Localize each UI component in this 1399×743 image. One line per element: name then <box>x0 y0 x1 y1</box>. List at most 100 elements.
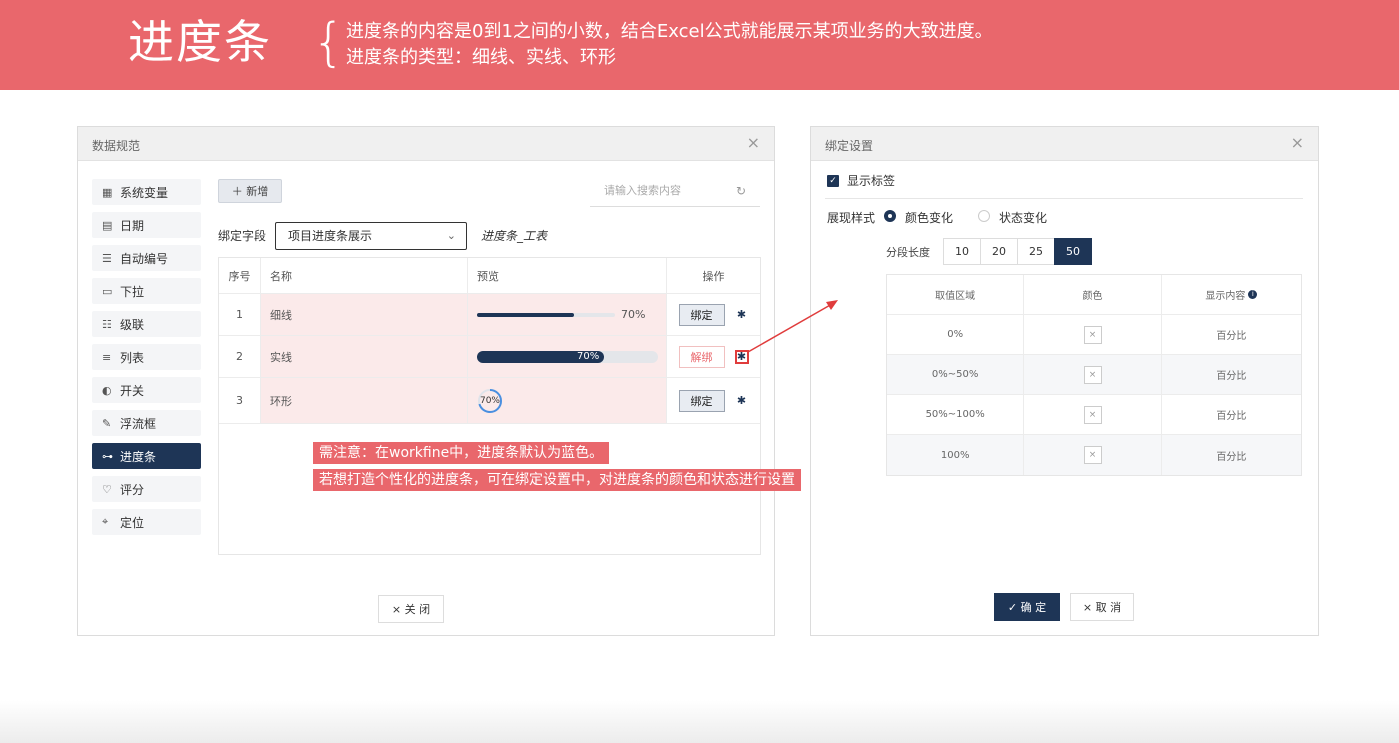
range-cell: 100% <box>887 435 1025 475</box>
sidebar-item-label: 评分 <box>120 482 145 497</box>
color-cell: × <box>1024 355 1162 394</box>
bind-button[interactable]: 绑定 <box>678 303 725 326</box>
sidebar-item-switch[interactable]: ◐ 开关 <box>92 377 201 403</box>
sidebar-item-label: 下拉 <box>120 284 145 299</box>
dialog-header: 数据规范 × <box>78 127 774 161</box>
table-header-row: 取值区域 颜色 显示内容 i <box>887 275 1301 315</box>
color-swatch[interactable]: × <box>1083 446 1102 464</box>
sidebar-item-system-var[interactable]: ▦ 系统变量 <box>92 179 201 205</box>
sidebar-item-label: 自动编号 <box>120 251 169 266</box>
col-header-color: 颜色 <box>1024 275 1162 314</box>
col-header-range: 取值区域 <box>887 275 1025 314</box>
content-cell[interactable]: 百分比 <box>1162 355 1301 394</box>
sidebar-item-float-box[interactable]: ✎ 浮流框 <box>92 410 201 436</box>
dialog-header: 绑定设置 × <box>811 127 1318 161</box>
dropdown-icon: ▭ <box>102 284 113 298</box>
range-color-table: 取值区域 颜色 显示内容 i 0% × 百分比 0%~50% × 百分比 50%~… <box>886 274 1302 476</box>
gear-icon[interactable]: ✱ <box>734 349 749 364</box>
sidebar-item-date[interactable]: ▤ 日期 <box>92 212 201 238</box>
row-actions: 解绑 ✱ <box>667 336 760 377</box>
gear-icon[interactable]: ✱ <box>735 394 749 408</box>
row-actions: 绑定 ✱ <box>667 294 760 335</box>
radio-state-change-label[interactable]: 状态变化 <box>999 209 1047 226</box>
radio-color-change-label[interactable]: 颜色变化 <box>905 209 953 226</box>
bind-settings-dialog: 绑定设置 × ✓ 显示标签 展现样式 颜色变化 状态变化 分段长度 10 20 … <box>810 126 1319 636</box>
segment-20[interactable]: 20 <box>980 238 1018 265</box>
col-header-name: 名称 <box>261 258 468 293</box>
progress-table: 序号 名称 预览 操作 1 细线 70% 绑定 ✱ 2 实线 70% 解绑 ✱ … <box>218 257 761 555</box>
close-icon[interactable]: × <box>1291 135 1304 151</box>
row-name: 细线 <box>261 294 468 335</box>
gear-icon[interactable]: ✱ <box>735 308 749 322</box>
segment-length-label: 分段长度 <box>886 246 930 259</box>
col-header-content-label: 显示内容 <box>1205 291 1246 302</box>
row-index: 3 <box>219 378 261 423</box>
grid-icon: ▦ <box>102 185 113 199</box>
cascade-icon: ☷ <box>102 317 112 331</box>
sidebar-item-cascade[interactable]: ☷ 级联 <box>92 311 201 337</box>
sidebar-item-label: 定位 <box>120 515 145 530</box>
row-preview: 70% <box>468 336 667 377</box>
segment-50[interactable]: 50 <box>1054 238 1092 265</box>
table-row: 0% × 百分比 <box>887 315 1301 355</box>
radio-state-change[interactable] <box>978 210 990 222</box>
row-actions: 绑定 ✱ <box>667 378 760 423</box>
sidebar-item-label: 浮流框 <box>120 416 157 431</box>
annotation-note-2: 若想打造个性化的进度条，可在绑定设置中，对进度条的颜色和状态进行设置 <box>313 469 801 491</box>
edit-icon: ✎ <box>102 416 112 430</box>
info-icon[interactable]: i <box>1248 290 1258 299</box>
close-icon[interactable]: × <box>747 135 760 151</box>
row-name: 实线 <box>261 336 468 377</box>
bind-field-select[interactable]: 项目进度条展示 ⌄ <box>275 222 467 250</box>
range-cell: 0% <box>887 315 1025 354</box>
show-label-checkbox[interactable]: ✓ 显示标签 <box>827 172 895 189</box>
heart-icon: ♡ <box>102 482 112 496</box>
banner-brace: { <box>312 13 346 73</box>
sidebar-item-rating[interactable]: ♡ 评分 <box>92 476 201 502</box>
radio-color-change[interactable] <box>884 210 896 222</box>
col-header-action: 操作 <box>702 269 725 283</box>
ordered-list-icon: ☰ <box>102 251 112 265</box>
segment-10[interactable]: 10 <box>943 238 981 265</box>
sidebar-item-label: 系统变量 <box>120 185 169 200</box>
bind-button[interactable]: 绑定 <box>678 389 725 412</box>
color-swatch[interactable]: × <box>1083 405 1102 424</box>
show-label-text: 显示标签 <box>847 174 896 188</box>
solid-progress-bar: 70% <box>477 350 658 363</box>
sidebar-item-progress-bar[interactable]: ⊶ 进度条 <box>92 443 201 469</box>
sidebar-item-label: 日期 <box>120 218 145 233</box>
close-button[interactable]: × 关 闭 <box>378 595 444 623</box>
table-row: 2 实线 70% 解绑 ✱ <box>219 336 760 378</box>
cancel-button[interactable]: × 取 消 <box>1070 593 1134 621</box>
progress-percent: 70% <box>621 308 646 321</box>
refresh-icon[interactable]: ↻ <box>736 179 746 203</box>
display-style-label: 展现样式 <box>827 211 876 225</box>
content-cell[interactable]: 百分比 <box>1162 395 1301 434</box>
sidebar-item-list[interactable]: ≡ 列表 <box>92 344 201 370</box>
data-spec-dialog: 数据规范 × ▦ 系统变量 ▤ 日期 ☰ 自动编号 ▭ 下拉 ☷ 级联 ≡ 列表 ◐ 开关 ✎… <box>77 126 775 636</box>
sidebar-item-location[interactable]: ⌖ 定位 <box>92 509 201 535</box>
bind-field-value: 项目进度条展示 <box>288 229 373 243</box>
segment-25[interactable]: 25 <box>1017 238 1055 265</box>
confirm-button[interactable]: ✓ 确 定 <box>994 593 1060 621</box>
color-swatch[interactable]: × <box>1083 325 1102 344</box>
table-row: 1 细线 70% 绑定 ✱ <box>219 294 760 336</box>
sidebar-item-auto-number[interactable]: ☰ 自动编号 <box>92 245 201 271</box>
table-row: 3 环形 70% 绑定 ✱ <box>219 378 760 424</box>
search-input[interactable]: 请输入搜索内容 ↻ <box>590 179 760 207</box>
banner-title: 进度条 <box>128 15 272 69</box>
row-index: 2 <box>219 336 261 377</box>
header-banner: 进度条 { 进度条的内容是0到1之间的小数，结合Excel公式就能展示某项业务的… <box>0 0 1399 90</box>
progress-percent: 70% <box>479 395 500 406</box>
sidebar-item-dropdown[interactable]: ▭ 下拉 <box>92 278 201 304</box>
toggle-icon: ◐ <box>102 383 112 397</box>
content-cell[interactable]: 百分比 <box>1162 435 1301 475</box>
add-button[interactable]: ＋ 新增 <box>218 179 282 203</box>
color-swatch[interactable]: × <box>1083 365 1102 384</box>
unbind-button[interactable]: 解绑 <box>678 345 725 368</box>
range-cell: 0%~50% <box>887 355 1025 394</box>
content-cell[interactable]: 百分比 <box>1162 315 1301 354</box>
field-type-list: ▦ 系统变量 ▤ 日期 ☰ 自动编号 ▭ 下拉 ☷ 级联 ≡ 列表 ◐ 开关 ✎ 浮流框 ⊶ 进度… <box>92 179 201 542</box>
sidebar-item-label: 列表 <box>120 350 145 365</box>
color-cell: × <box>1024 395 1162 434</box>
